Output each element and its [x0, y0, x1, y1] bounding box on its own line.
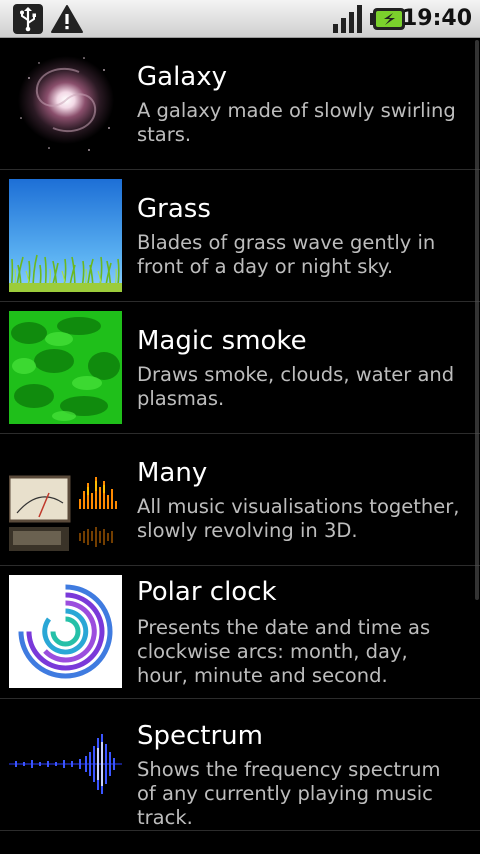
magic-smoke-thumbnail — [9, 311, 122, 424]
grass-thumbnail — [9, 179, 122, 292]
wallpaper-title: Many — [137, 458, 208, 488]
list-item-many[interactable]: Many All music visualisations together, … — [0, 434, 480, 566]
wallpaper-description: Blades of grass wave gently in front of … — [137, 231, 436, 278]
wallpaper-description: All music visualisations together, slowl… — [137, 495, 460, 542]
wallpaper-description: A galaxy made of slowly swirling stars. — [137, 99, 456, 146]
polar-clock-thumbnail — [9, 575, 122, 688]
list-item-polar-clock[interactable]: Polar clock Presents the date and time a… — [0, 566, 480, 699]
wallpaper-title: Magic smoke — [137, 326, 307, 356]
wallpaper-title: Grass — [137, 194, 211, 224]
wallpaper-description: Presents the date and time as clockwise … — [137, 616, 431, 687]
wallpaper-title: Galaxy — [137, 62, 228, 92]
many-thumbnail — [9, 443, 122, 556]
status-bar: 19:40 — [0, 0, 480, 38]
wallpaper-description: Shows the frequency spectrum of any curr… — [137, 758, 441, 829]
list-item-grass[interactable]: Grass Blades of grass wave gently in fro… — [0, 170, 480, 302]
wallpaper-title: Polar clock — [137, 577, 277, 607]
scrollbar-thumb[interactable] — [475, 40, 479, 600]
list-item-magic-smoke[interactable]: Magic smoke Draws smoke, clouds, water a… — [0, 302, 480, 434]
wallpaper-title: Spectrum — [137, 721, 263, 751]
battery-charging-icon — [370, 8, 405, 30]
list-item-spectrum[interactable]: Spectrum Shows the frequency spectrum of… — [0, 699, 480, 831]
scrollbar[interactable] — [475, 40, 479, 852]
live-wallpaper-list[interactable]: Galaxy A galaxy made of slowly swirling … — [0, 38, 480, 831]
signal-icon — [333, 5, 362, 33]
usb-icon — [13, 4, 43, 34]
spectrum-thumbnail — [9, 708, 122, 821]
warning-icon — [51, 5, 83, 33]
status-clock: 19:40 — [401, 6, 472, 31]
wallpaper-description: Draws smoke, clouds, water and plasmas. — [137, 363, 455, 410]
galaxy-thumbnail — [9, 48, 122, 161]
list-item-galaxy[interactable]: Galaxy A galaxy made of slowly swirling … — [0, 38, 480, 170]
